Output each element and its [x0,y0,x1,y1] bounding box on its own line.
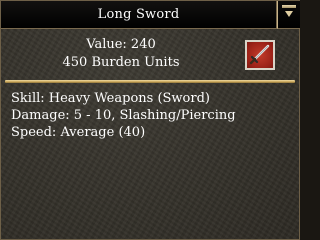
item-burden: 450 Burden Units [62,55,180,70]
stat-speed: Speed: Average (40) [11,125,146,140]
section-divider [5,80,295,83]
stat-skill: Skill: Heavy Weapons (Sword) [11,91,210,106]
item-stats: Skill: Heavy Weapons (Sword) Damage: 5 -… [11,90,236,141]
item-examine-window: Long Sword Value: 240 450 Burden Units S… [0,0,300,240]
window-title: Long Sword [97,7,180,22]
stat-damage: Damage: 5 - 10, Slashing/Piercing [11,108,236,123]
chevron-down-icon [285,11,293,17]
minimize-bar-icon [282,5,296,8]
sword-icon[interactable] [245,40,275,70]
title-bar[interactable]: Long Sword [1,1,277,29]
dropdown-menu-button[interactable] [277,1,300,29]
item-value: Value: 240 [86,37,156,52]
